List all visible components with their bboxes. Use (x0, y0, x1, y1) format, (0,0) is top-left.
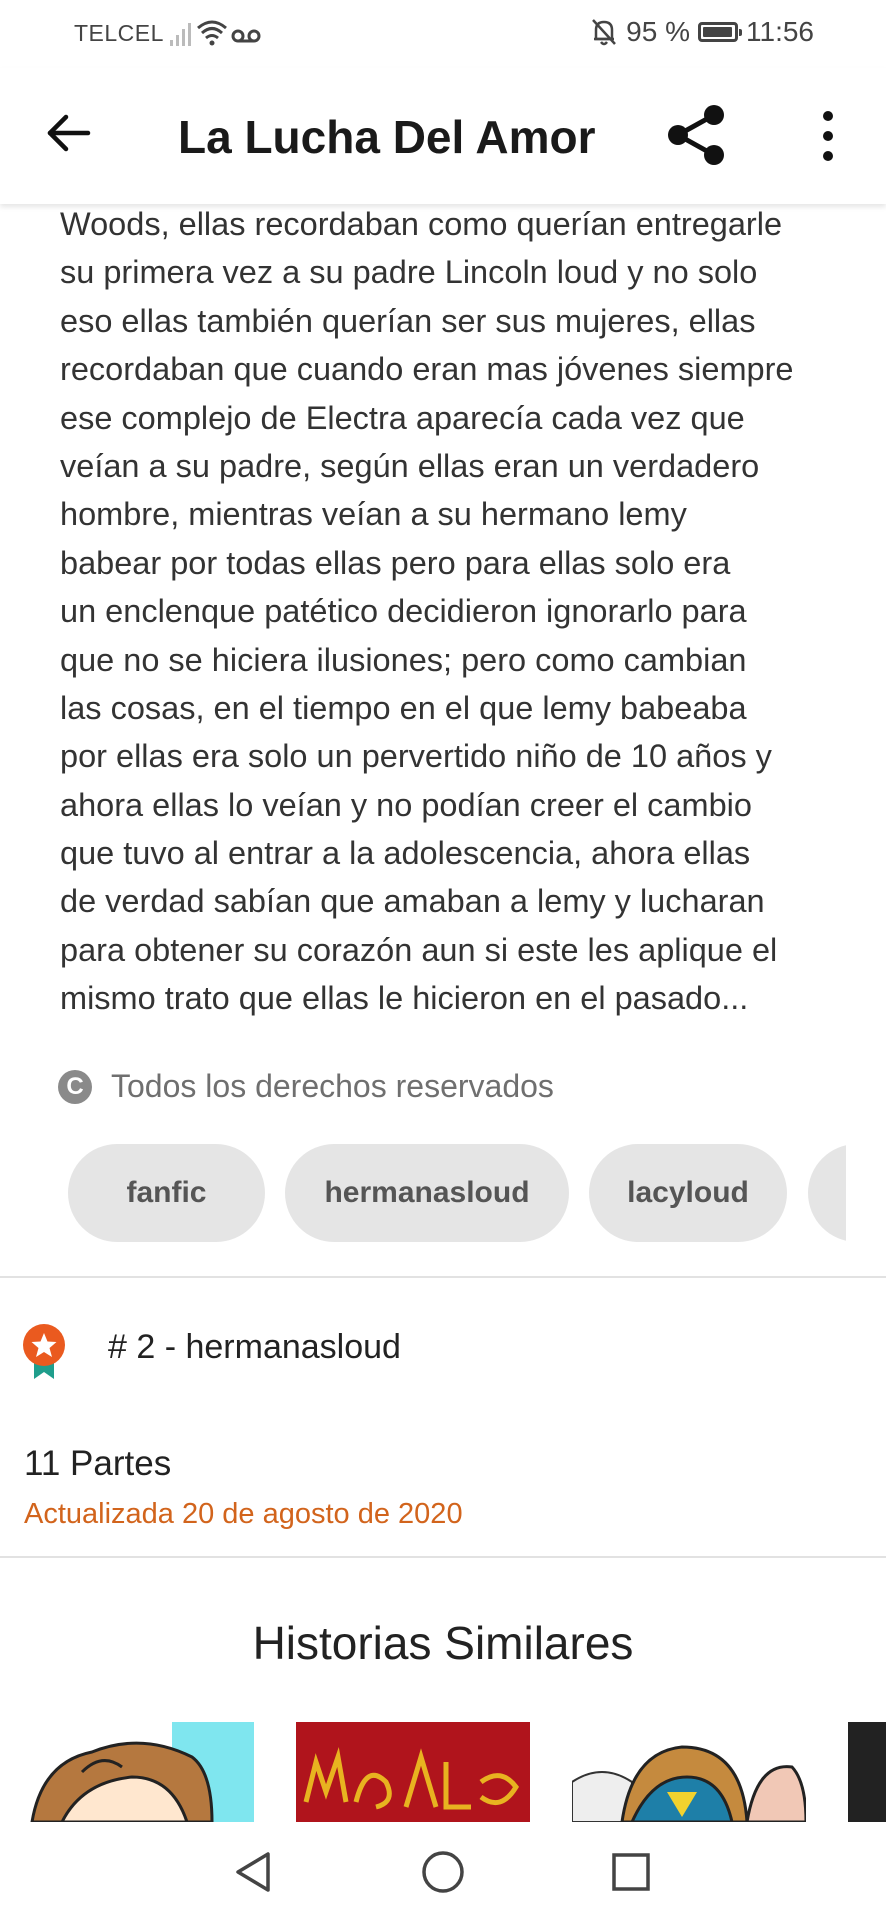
story-cover[interactable] (572, 1722, 806, 1822)
description-line: hombre, mientras veían a su hermano lemy (60, 496, 687, 533)
description-line: las cosas, en el tiempo en el que lemy b… (60, 689, 747, 726)
description-line: su primera vez a su padre Lincoln loud y… (60, 254, 758, 291)
battery-percent: 95 % (626, 16, 690, 47)
ranking-medal-icon (23, 1324, 65, 1379)
story-description: Woods, ellas recordaban como querían ent… (60, 200, 840, 1023)
description-line: ahora ellas lo veían y no podían creer e… (60, 786, 752, 823)
copyright-notice: C Todos los derechos reservados (58, 1068, 554, 1105)
cover-art-image (296, 1722, 530, 1822)
back-arrow-icon[interactable] (44, 108, 94, 158)
more-options-icon[interactable] (808, 108, 848, 164)
ranking-text: # 2 - hermanasloud (108, 1328, 401, 1366)
bell-off-icon (592, 19, 617, 46)
copyright-icon: C (58, 1069, 92, 1104)
signal-wifi-voicemail-icons (170, 20, 261, 46)
parts-count: 11 Partes (24, 1444, 172, 1483)
description-line: por ellas era solo un pervertido niño de… (60, 738, 772, 775)
tag-chip-partial[interactable] (808, 1144, 846, 1242)
description-line: babear por todas ellas pero para ellas s… (60, 544, 731, 581)
description-line: de verdad sabían que amaban a lemy y luc… (60, 883, 765, 920)
cover-art-image (22, 1722, 254, 1822)
nav-home-icon[interactable] (413, 1842, 473, 1902)
section-divider (0, 1556, 886, 1558)
description-line: que tuvo al entrar a la adolescencia, ah… (60, 835, 751, 872)
tag-chip[interactable]: fanfic (68, 1144, 265, 1242)
story-cover-partial[interactable] (848, 1722, 886, 1822)
status-right: 95 % 11:56 (590, 16, 814, 48)
nav-back-icon[interactable] (224, 1842, 284, 1902)
description-line: ese complejo de Electra aparecía cada ve… (60, 399, 745, 436)
battery-icon (698, 22, 742, 42)
ranking-row[interactable]: # 2 - hermanasloud (22, 1320, 401, 1384)
app-bar: La Lucha Del Amor (0, 68, 886, 204)
similar-stories-carousel (0, 1722, 886, 1822)
cover-art-image (572, 1722, 806, 1822)
system-nav-bar (0, 1822, 886, 1920)
section-divider (0, 1276, 886, 1278)
similar-stories-title: Historias Similares (252, 1617, 634, 1669)
page-title: La Lucha Del Amor (178, 111, 596, 163)
tag-list: fanfic hermanasloud lacyloud (68, 1144, 846, 1244)
share-icon[interactable] (664, 102, 730, 168)
description-line: que no se hiciera ilusiones; pero como c… (60, 641, 747, 678)
story-cover[interactable] (22, 1722, 254, 1822)
description-line: veían a su padre, según ellas eran un ve… (60, 447, 760, 484)
story-cover[interactable] (296, 1722, 530, 1822)
nav-recents-icon[interactable] (601, 1842, 661, 1902)
description-line: mismo trato que ellas le hicieron en el … (60, 980, 749, 1017)
description-line: eso ellas también querían ser sus mujere… (60, 302, 756, 339)
copyright-text: Todos los derechos reservados (111, 1068, 554, 1104)
tag-chip[interactable]: lacyloud (589, 1144, 787, 1242)
carrier-label: TELCEL (74, 20, 164, 46)
description-line: recordaban que cuando eran mas jóvenes s… (60, 351, 794, 388)
description-line: para obtener su corazón aun si este les … (60, 931, 778, 968)
clock: 11:56 (746, 16, 814, 47)
updated-date: Actualizada 20 de agosto de 2020 (24, 1498, 463, 1530)
description-line: Woods, ellas recordaban como querían ent… (60, 206, 783, 242)
status-bar: TELCEL 95 % 11:56 (0, 0, 886, 68)
tag-chip[interactable]: hermanasloud (285, 1144, 569, 1242)
description-line: un enclenque patético decidieron ignorar… (60, 593, 747, 630)
